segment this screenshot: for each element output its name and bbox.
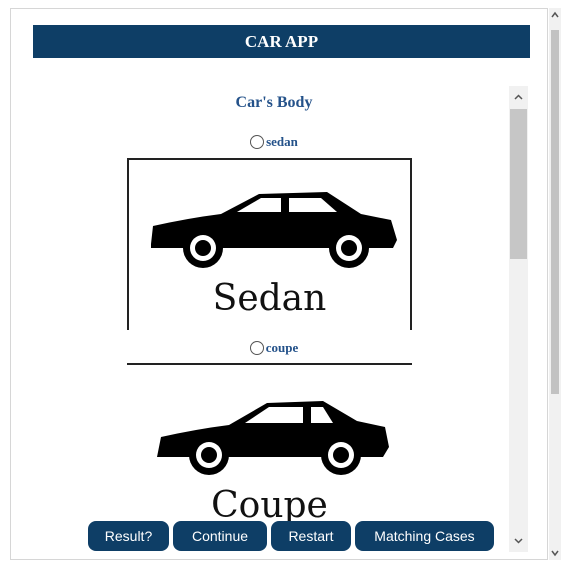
coupe-caption: Coupe [211,485,328,526]
matching-cases-button[interactable]: Matching Cases [355,521,494,551]
scroll-down-icon[interactable] [551,548,559,558]
restart-button[interactable]: Restart [271,521,351,551]
continue-button[interactable]: Continue [173,521,267,551]
page-scrollbar[interactable] [549,8,561,560]
coupe-radio[interactable] [249,341,264,355]
panel-scroll-down-icon[interactable] [514,536,523,545]
scroll-up-icon[interactable] [551,10,559,20]
question-panel: Car's Body sedan Sedan coupe Coupe [18,80,530,550]
sedan-label[interactable]: sedan [266,134,298,150]
section-title: Car's Body [235,94,313,111]
option-sedan[interactable]: sedan [18,134,530,150]
panel-scrollbar[interactable] [509,86,528,552]
panel-scroll-up-icon[interactable] [514,93,523,102]
page-scrollbar-thumb[interactable] [551,30,559,394]
app-title: CAR APP [33,25,530,58]
panel-scrollbar-thumb[interactable] [510,109,527,259]
sedan-caption: Sedan [212,278,327,319]
option-coupe[interactable]: coupe [18,340,530,356]
result-button[interactable]: Result? [88,521,169,551]
sedan-radio[interactable] [250,135,265,149]
sedan-image: Sedan [127,158,412,330]
coupe-label[interactable]: coupe [266,340,299,356]
action-buttons: Result? Continue Restart Matching Cases [88,521,494,551]
